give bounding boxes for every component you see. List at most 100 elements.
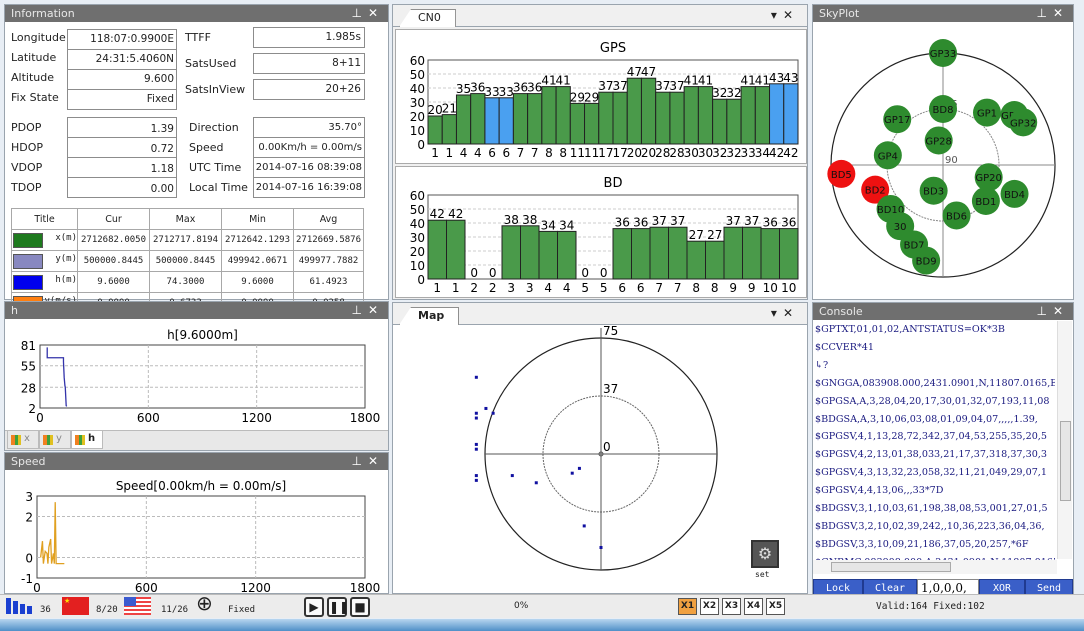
data-label: 34 <box>541 218 556 232</box>
x-tick-label: 28 <box>669 146 684 160</box>
bar <box>441 114 457 145</box>
x-tick-label: 600 <box>135 581 158 595</box>
scrollbar-thumb[interactable] <box>1060 421 1071 501</box>
position-point <box>474 474 478 478</box>
series-color-swatch[interactable] <box>13 232 43 248</box>
x-tick-label: 8 <box>711 281 719 295</box>
pause-button[interactable]: ❚❚ <box>327 597 349 617</box>
column-header: Cur <box>77 208 150 230</box>
bar <box>598 91 614 145</box>
table-row: y(m) 500000.8445 500000.8445 499942.0671 499… <box>11 250 364 272</box>
ring-label: 75 <box>603 326 618 338</box>
x-tick-label: 11 <box>570 146 585 160</box>
speed-x2-button[interactable]: X2 <box>700 598 719 615</box>
close-icon[interactable]: ✕ <box>783 306 799 320</box>
data-label: 47 <box>641 65 656 79</box>
data-label: 32 <box>712 86 727 100</box>
x-tick-label: 9 <box>748 281 756 295</box>
h-tab-strip: xyh <box>5 430 388 450</box>
console-line: $CCVER*41 <box>815 341 874 353</box>
dropdown-icon[interactable]: ▾ <box>771 8 783 22</box>
x-tick-label: 7 <box>655 281 663 295</box>
x-tick-label: 2 <box>489 281 497 295</box>
console-panel: Console ⊥✕ $GPTXT,01,01,02,ANTSTATUS=OK*… <box>812 302 1074 596</box>
cell-cur: 500000.8445 <box>77 250 150 272</box>
series-color-swatch[interactable] <box>13 253 43 269</box>
x-tick-label: 30 <box>698 146 713 160</box>
chart-title: h[9.6000m] <box>167 328 238 342</box>
field-label: Fix State <box>11 91 59 104</box>
data-label: 42 <box>430 207 445 221</box>
data-label: 35 <box>456 82 471 96</box>
vertical-scrollbar[interactable] <box>1057 321 1072 559</box>
satellite-label: GP1 <box>977 109 997 120</box>
bar <box>584 102 600 145</box>
cell-min: 499942.0671 <box>221 250 294 272</box>
tab-map[interactable]: Map <box>399 307 460 325</box>
cell-min: 2712642.1293 <box>221 229 294 251</box>
series-tab-y[interactable]: y <box>39 431 71 449</box>
data-label: 21 <box>442 102 457 116</box>
gear-icon: ⚙ <box>757 544 773 563</box>
position-point <box>577 466 581 470</box>
series-tab-x[interactable]: x <box>7 431 39 449</box>
speed-x4-button[interactable]: X4 <box>744 598 763 615</box>
chart-series-icon <box>43 435 53 445</box>
bar <box>626 77 642 145</box>
column-header: Avg <box>293 208 364 230</box>
pin-icon[interactable]: ⊥ <box>1036 6 1052 20</box>
data-label: 36 <box>470 81 485 95</box>
speed-x5-button[interactable]: X5 <box>766 598 785 615</box>
x-tick-label: 5 <box>581 281 589 295</box>
speed-panel: Speed ⊥✕ Speed[0.00km/h = 0.00m/s] 0 600 12… <box>4 452 389 595</box>
close-icon[interactable]: ✕ <box>368 6 384 20</box>
x-tick-label: 1 <box>452 281 460 295</box>
console-output[interactable]: $GPTXT,01,01,02,ANTSTATUS=OK*3B $CCVER*41… <box>815 321 1055 571</box>
close-icon[interactable]: ✕ <box>783 8 799 22</box>
speed-x1-button[interactable]: X1 <box>678 598 697 615</box>
x-tick-label: 1 <box>433 281 441 295</box>
console-line: $GPGSV,4,4,13,06,,,33*7D <box>815 485 944 497</box>
signal-count: 36 <box>40 605 51 615</box>
console-line: $GPGSV,4,1,13,28,72,342,37,04,53,255,35,… <box>815 431 1047 443</box>
dropdown-icon[interactable]: ▾ <box>771 306 783 320</box>
y-tick-label: 0 <box>417 273 425 287</box>
pin-icon[interactable]: ⊥ <box>1036 304 1052 318</box>
bar <box>783 83 799 145</box>
pin-icon[interactable]: ⊥ <box>351 6 367 20</box>
console-line: $BDGSV,3,3,10,09,21,186,37,05,20,257,*6F <box>815 538 1029 550</box>
satellite-label: BD4 <box>1004 190 1025 201</box>
set-button[interactable]: ⚙ <box>751 540 779 568</box>
bar <box>649 226 669 280</box>
fix-crosshair-icon: ⊕ <box>196 591 213 615</box>
close-icon[interactable]: ✕ <box>1053 6 1069 20</box>
play-button[interactable]: ▶ <box>304 597 324 617</box>
horizontal-scrollbar[interactable] <box>813 560 1057 574</box>
data-label: 29 <box>570 90 585 104</box>
y-tick-label: 50 <box>410 68 425 82</box>
position-point <box>474 447 478 451</box>
y-tick-label: 40 <box>410 82 425 96</box>
stop-button[interactable]: ■ <box>350 597 370 617</box>
x-tick-label: 1200 <box>240 581 271 595</box>
field-value: 9.600 <box>67 69 177 90</box>
close-icon[interactable]: ✕ <box>368 454 384 468</box>
x-tick-label: 3 <box>526 281 534 295</box>
us-flag-icon <box>124 597 151 615</box>
series-tab-h[interactable]: h <box>71 431 103 449</box>
speed-x3-button[interactable]: X3 <box>722 598 741 615</box>
data-label: 37 <box>652 214 667 228</box>
x-tick-label: 34 <box>755 146 770 160</box>
series-color-swatch[interactable] <box>13 274 43 290</box>
information-titlebar: Information ⊥✕ <box>5 5 388 22</box>
data-label: 37 <box>598 79 613 93</box>
data-label: 38 <box>522 213 537 227</box>
row-title: h(m) <box>11 271 78 293</box>
close-icon[interactable]: ✕ <box>1053 304 1069 318</box>
data-label: 36 <box>527 81 542 95</box>
pin-icon[interactable]: ⊥ <box>351 454 367 468</box>
pin-icon[interactable]: ⊥ <box>351 303 367 317</box>
close-icon[interactable]: ✕ <box>368 303 384 317</box>
tab-cn0[interactable]: CN0 <box>399 9 456 27</box>
scrollbar-thumb[interactable] <box>831 562 951 572</box>
